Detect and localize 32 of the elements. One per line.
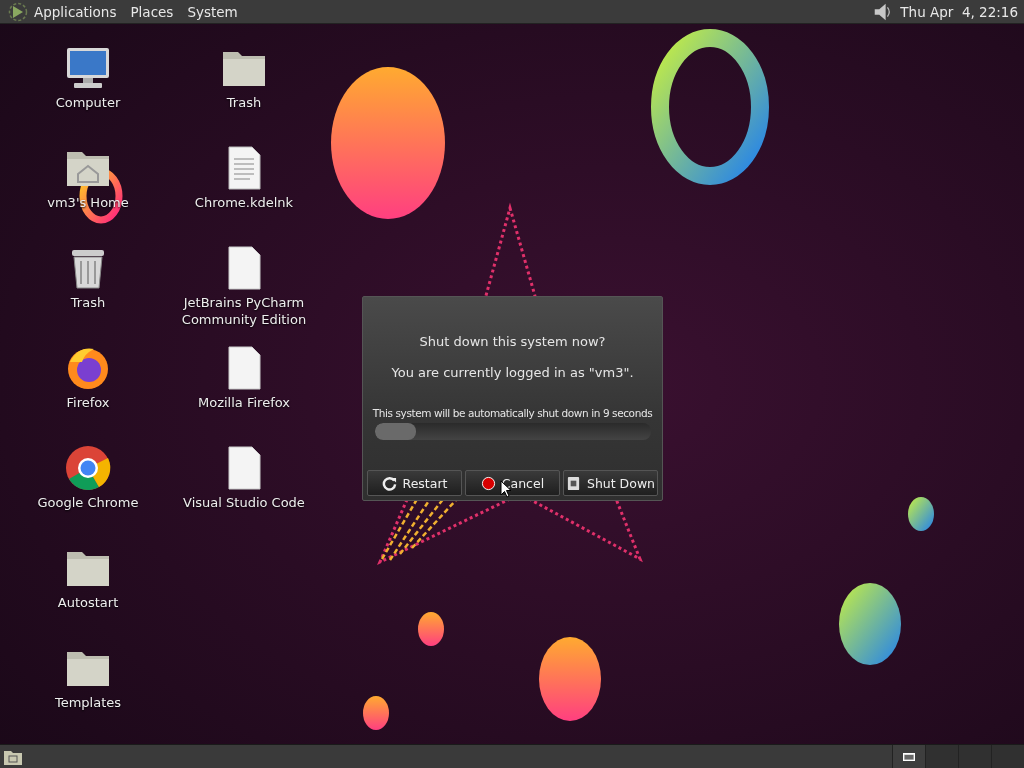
window-icon <box>903 752 915 761</box>
countdown-text: This system will be automatically shut down in 9 seconds <box>372 407 653 419</box>
menu-item[interactable]: Places <box>130 3 174 20</box>
power-icon <box>565 475 581 491</box>
icon-label[interactable]: Trash <box>70 294 106 311</box>
restart-button[interactable]: Restart <box>367 470 462 496</box>
dialog-message: You are currently logged in as "vm3". <box>391 365 634 380</box>
stop-icon <box>480 475 496 491</box>
icon-label[interactable]: Autostart <box>57 594 119 611</box>
icon-label[interactable]: Google Chrome <box>37 494 139 511</box>
workspace-cell[interactable] <box>958 745 991 768</box>
refresh-icon <box>381 475 397 491</box>
workspace-cell[interactable] <box>892 745 925 768</box>
menu-item[interactable]: Applications <box>34 3 117 20</box>
icon-label[interactable]: Firefox <box>66 394 110 411</box>
icon-label[interactable]: Visual Studio Code <box>183 494 305 511</box>
clock[interactable]: Thu Apr 4, 22:16 <box>900 3 1018 20</box>
chrome-icon[interactable] <box>64 444 112 492</box>
icon-label[interactable]: Computer <box>55 94 121 111</box>
icon-label[interactable]: Mozilla Firefox <box>198 394 290 411</box>
icon-label[interactable]: Templates <box>54 694 122 711</box>
menu-item[interactable]: System <box>187 3 238 20</box>
icon-label[interactable]: Chrome.kdelnk <box>194 194 294 211</box>
speaker-icon[interactable] <box>872 1 893 22</box>
icon-label[interactable]: JetBrains PyCharm Community Edition <box>169 294 319 328</box>
cancel-button[interactable]: Cancel <box>465 470 560 496</box>
workspace-cell[interactable] <box>925 745 958 768</box>
dialog-title: Shut down this system now? <box>419 334 606 349</box>
icon-label[interactable]: Trash <box>226 94 262 111</box>
workspace-cell[interactable] <box>991 745 1024 768</box>
menu-logo-icon[interactable] <box>8 1 28 22</box>
shutdown-button[interactable]: Shut Down <box>563 470 658 496</box>
